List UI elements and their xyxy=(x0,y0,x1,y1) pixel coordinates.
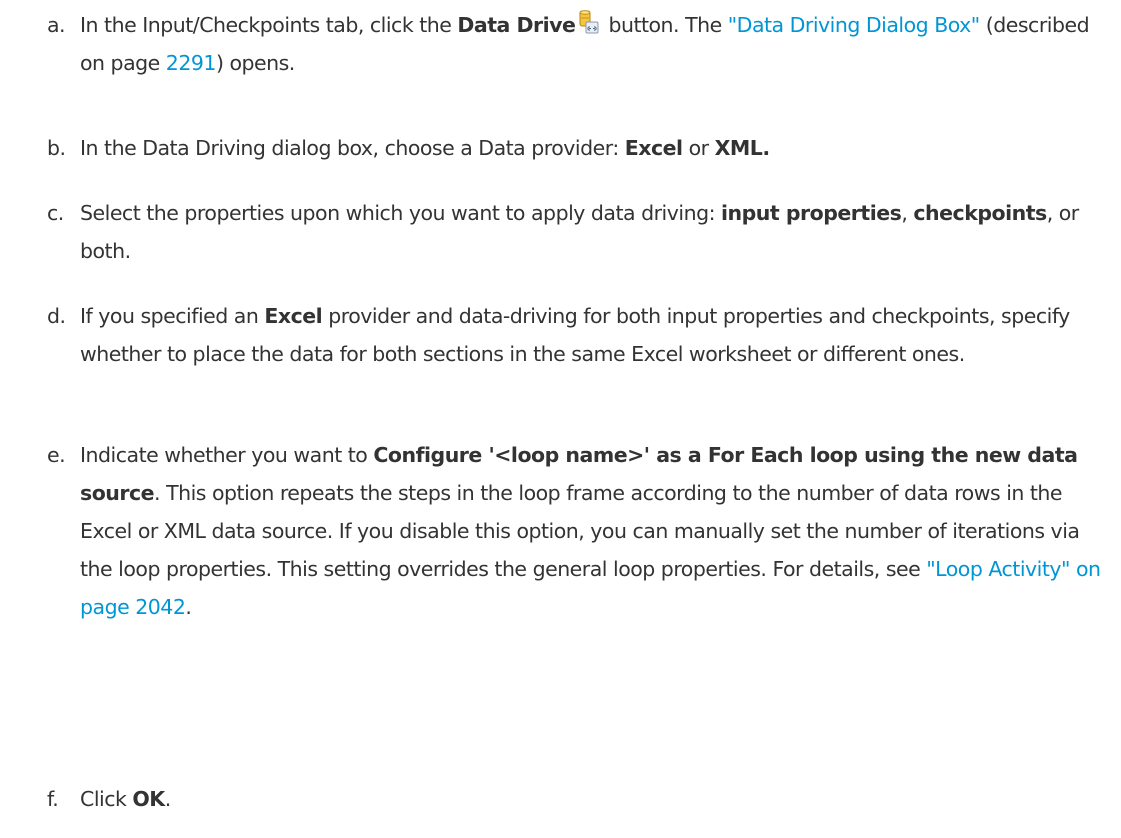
ui-term: Excel xyxy=(264,304,323,328)
step-text: Click xyxy=(80,787,133,811)
data-drive-icon xyxy=(579,8,599,34)
step-f: f. Click OK. xyxy=(47,780,1107,818)
page-link[interactable]: 2291 xyxy=(166,51,217,75)
step-marker: e. xyxy=(47,443,66,467)
step-a: a. In the Input/Checkpoints tab, click t… xyxy=(47,6,1107,82)
dialog-box-link[interactable]: "Data Driving Dialog Box" xyxy=(728,13,981,37)
step-c: c. Select the properties upon which you … xyxy=(47,194,1107,270)
step-text: ) opens. xyxy=(215,51,295,75)
ui-term: Data Drive xyxy=(457,13,576,37)
step-marker: d. xyxy=(47,304,66,328)
step-b: b. In the Data Driving dialog box, choos… xyxy=(47,129,1107,167)
step-text: , xyxy=(901,201,914,225)
ui-term: input properties xyxy=(721,201,902,225)
step-text: . xyxy=(164,787,172,811)
ui-term: checkpoints xyxy=(913,201,1047,225)
ui-term: Excel xyxy=(624,136,683,160)
step-marker: c. xyxy=(47,201,64,225)
step-text: or xyxy=(682,136,715,160)
ui-term: OK xyxy=(132,787,165,811)
step-marker: a. xyxy=(47,13,66,37)
step-e: e. Indicate whether you want to Configur… xyxy=(47,436,1107,626)
step-text: . xyxy=(185,595,192,619)
step-text: In the Data Driving dialog box, choose a… xyxy=(80,136,625,160)
step-marker: f. xyxy=(47,787,59,811)
step-text: Select the properties upon which you wan… xyxy=(80,201,722,225)
step-text: If you specified an xyxy=(80,304,265,328)
step-d: d. If you specified an Excel provider an… xyxy=(47,297,1107,373)
step-text: In the Input/Checkpoints tab, click the xyxy=(80,13,458,37)
step-text: button. The xyxy=(602,13,728,37)
document-page: a. In the Input/Checkpoints tab, click t… xyxy=(0,0,1121,838)
ui-term: XML. xyxy=(714,136,771,160)
step-text: Indicate whether you want to xyxy=(80,443,374,467)
step-marker: b. xyxy=(47,136,66,160)
